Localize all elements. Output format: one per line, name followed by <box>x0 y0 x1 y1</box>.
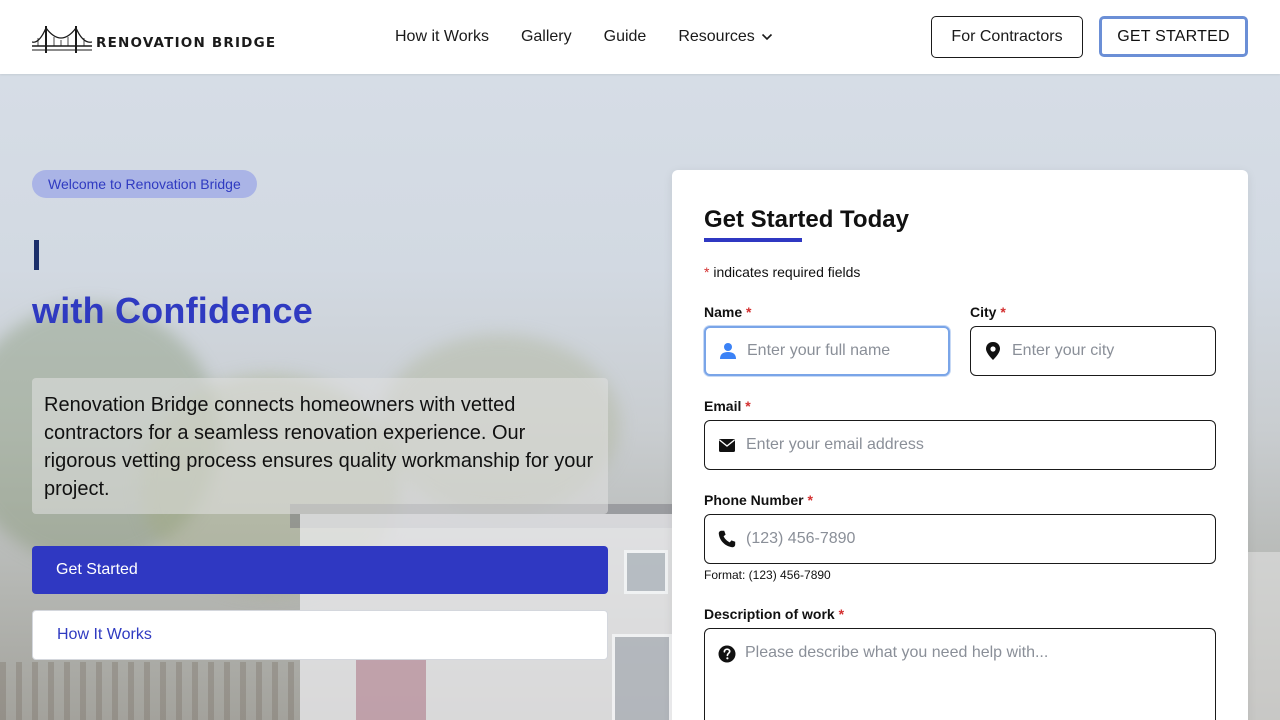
form-title: Get Started Today <box>704 206 909 233</box>
welcome-badge: Welcome to Renovation Bridge <box>32 170 257 198</box>
city-label-text: City <box>970 304 997 320</box>
name-input[interactable]: Enter your full name <box>704 326 950 376</box>
user-icon <box>718 341 738 361</box>
nav-resources-label: Resources <box>678 28 755 45</box>
background-door <box>356 660 426 720</box>
name-placeholder: Enter your full name <box>747 342 891 359</box>
title-underline <box>704 238 802 242</box>
bridge-logo-icon <box>32 26 92 53</box>
location-pin-icon <box>983 341 1003 361</box>
hero-how-it-works-button[interactable]: How It Works <box>32 610 608 660</box>
hero-description-box: Renovation Bridge connects homeowners wi… <box>32 378 608 514</box>
header-get-started-button[interactable]: GET STARTED <box>1099 16 1248 57</box>
name-label-text: Name <box>704 304 743 320</box>
required-star: * <box>1000 304 1006 320</box>
city-label: City * <box>970 304 1006 320</box>
main-nav: How it Works Gallery Guide Resources <box>395 27 773 47</box>
email-input[interactable]: Enter your email address <box>704 420 1216 470</box>
description-placeholder: Please describe what you need help with.… <box>745 644 1049 661</box>
phone-icon <box>717 529 737 549</box>
nav-how-it-works[interactable]: How it Works <box>395 27 489 47</box>
required-star: * <box>746 304 752 320</box>
background-house <box>1248 552 1280 720</box>
get-started-form-card: Get Started Today * indicates required f… <box>672 170 1248 720</box>
email-label: Email * <box>704 398 751 414</box>
email-placeholder: Enter your email address <box>746 436 924 453</box>
for-contractors-button[interactable]: For Contractors <box>931 16 1083 58</box>
required-star: * <box>745 398 751 414</box>
email-label-text: Email <box>704 398 742 414</box>
phone-input[interactable]: (123) 456-7890 <box>704 514 1216 564</box>
phone-label-text: Phone Number <box>704 492 804 508</box>
background-window <box>612 634 672 720</box>
hero-get-started-button[interactable]: Get Started <box>32 546 608 594</box>
name-label: Name * <box>704 304 751 320</box>
description-label-text: Description of work <box>704 606 835 622</box>
hero-headline: with Confidence <box>32 290 313 331</box>
nav-guide[interactable]: Guide <box>604 27 647 47</box>
envelope-icon <box>717 435 737 455</box>
description-textarea[interactable]: Please describe what you need help with.… <box>704 628 1216 720</box>
phone-label: Phone Number * <box>704 492 813 508</box>
brand-logo[interactable]: RENOVATION BRIDGE <box>32 24 276 54</box>
required-fields-note: * indicates required fields <box>704 264 860 280</box>
typing-cursor <box>34 240 39 270</box>
background-window <box>624 550 668 594</box>
city-input[interactable]: Enter your city <box>970 326 1216 376</box>
question-circle-icon <box>717 644 737 664</box>
required-star: * <box>838 606 845 622</box>
brand-name: RENOVATION BRIDGE <box>96 35 277 51</box>
nav-resources[interactable]: Resources <box>678 27 772 47</box>
required-star: * <box>807 492 813 508</box>
nav-gallery[interactable]: Gallery <box>521 27 572 47</box>
description-label: Description of work * <box>704 606 844 622</box>
required-note-text: indicates required fields <box>709 264 861 280</box>
hero-description: Renovation Bridge connects homeowners wi… <box>44 394 594 500</box>
background-fence <box>0 662 300 720</box>
site-header: RENOVATION BRIDGE How it Works Gallery G… <box>0 0 1280 74</box>
chevron-down-icon <box>761 28 773 46</box>
phone-format-hint: Format: (123) 456-7890 <box>704 568 831 582</box>
city-placeholder: Enter your city <box>1012 342 1115 359</box>
phone-placeholder: (123) 456-7890 <box>746 530 856 547</box>
